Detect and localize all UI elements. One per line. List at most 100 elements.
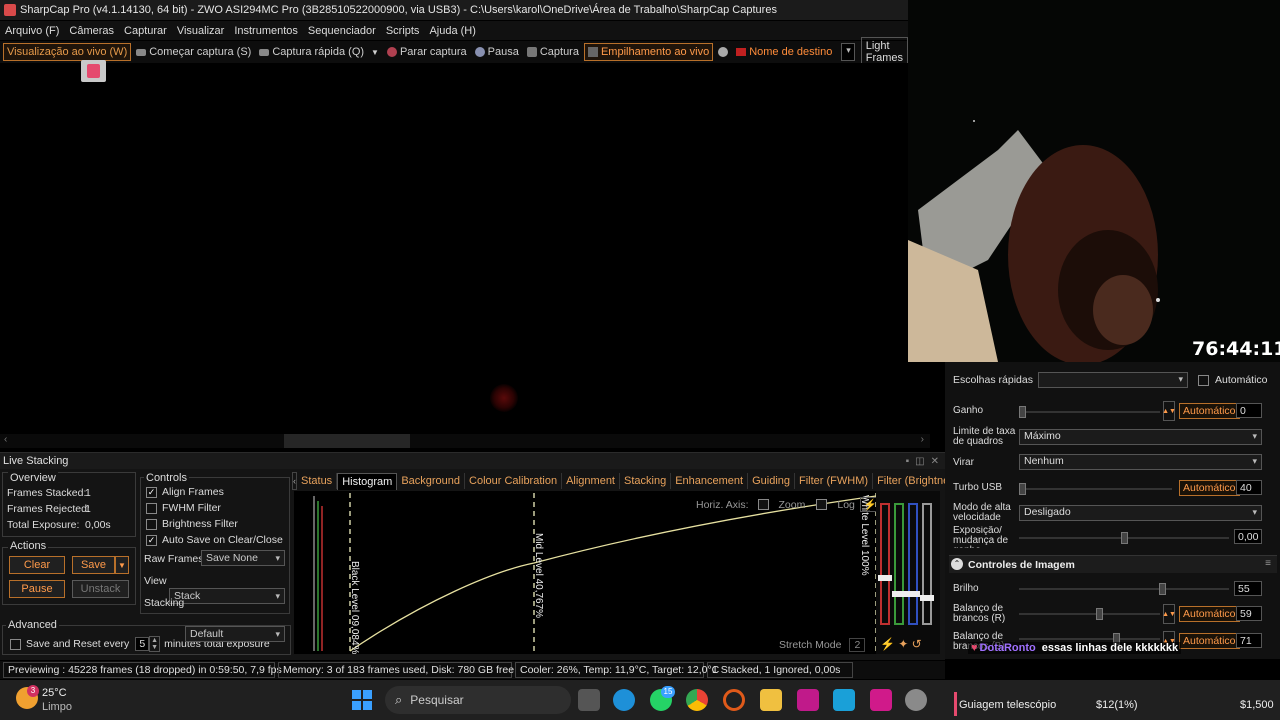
turbo-usb-slider-thumb[interactable] [1019,483,1026,495]
save-reset-minutes-input[interactable]: 5 [135,637,150,651]
image-controls-header[interactable]: ⌃ Controles de Imagem ≡ [949,555,1277,573]
stacking-dropdown[interactable]: Default [185,626,285,642]
gain-slider-thumb[interactable] [1019,406,1026,418]
tab-status[interactable]: Status [297,473,338,489]
align-frames-checkbox[interactable]: ✓ [146,486,157,498]
green-slider-thumb[interactable] [892,591,906,597]
gain-auto-button[interactable]: Automático [1179,403,1240,419]
weather-temp[interactable]: 25°C [42,687,67,699]
exposure-gain-value[interactable]: 0,00 [1234,529,1262,544]
exposure-gain-slider-thumb[interactable] [1121,532,1128,544]
gain-value[interactable]: 0 [1236,403,1262,418]
scroll-right-icon[interactable]: › [921,434,924,445]
auto-save-checkbox[interactable]: ✓ [146,534,157,546]
tab-alignment[interactable]: Alignment [562,473,620,489]
wb-blue-auto-button[interactable]: Automático [1179,633,1240,649]
sharpcap-taskbar-icon[interactable] [905,689,927,711]
wb-red-slider-thumb[interactable] [1096,608,1103,620]
app-icon-magenta[interactable] [870,689,892,711]
tab-colour-calibration[interactable]: Colour Calibration [465,473,563,489]
wb-red-value[interactable]: 59 [1236,606,1262,621]
log-checkbox[interactable] [816,499,828,510]
gain-slider[interactable] [1019,406,1160,418]
pause-stacking-button[interactable]: Pause [9,580,65,598]
pause-button[interactable]: Pausa [472,44,522,60]
menu-icon[interactable]: ≡ [1265,558,1271,569]
save-options-chevron-icon[interactable]: ▼ [115,556,129,574]
target-name-button[interactable]: Nome de destino [733,44,835,60]
target-name-dropdown[interactable] [841,43,855,61]
tab-background[interactable]: Background [397,473,466,489]
tab-guiding[interactable]: Guiding [748,473,796,489]
minutes-spinner[interactable]: ▲ ▼ [149,636,161,652]
save-button[interactable]: Save [72,556,115,574]
tab-filter-fwhm[interactable]: Filter (FWHM) [795,473,874,489]
histogram-plot[interactable]: Black Level 09,084% Mid Level 40,767% Wh… [294,491,878,655]
clear-button[interactable]: Clear [9,556,65,574]
blue-channel-slider[interactable] [908,503,918,625]
wb-blue-value[interactable]: 71 [1236,633,1262,648]
tab-enhancement[interactable]: Enhancement [671,473,749,489]
origin-icon[interactable] [723,689,745,711]
chrome-icon[interactable] [686,689,708,711]
scrollbar-thumb[interactable] [284,434,410,448]
menu-capturar[interactable]: Capturar [119,25,172,37]
unstack-button[interactable]: Unstack [72,580,129,598]
menu-cameras[interactable]: Câmeras [64,25,119,37]
flip-dropdown[interactable]: Nenhum [1019,454,1262,470]
tab-histogram[interactable]: Histogram [337,472,398,490]
start-capture-button[interactable]: Começar captura (S) [133,44,254,60]
active-window-title[interactable]: Guiagem telescópio [959,699,1056,711]
windows-start-icon[interactable] [352,690,372,710]
app-icon-pink[interactable] [797,689,819,711]
tab-stacking[interactable]: Stacking [620,473,672,489]
stop-capture-button[interactable]: Parar captura [384,44,470,60]
wb-red-auto-button[interactable]: Automático [1179,606,1240,622]
menu-sequenciador[interactable]: Sequenciador [303,25,381,37]
stretch-mode-input[interactable]: 2 [849,638,866,652]
weather-condition[interactable]: Limpo [42,701,72,713]
turbo-usb-slider[interactable] [1019,483,1172,495]
view-dropdown[interactable]: Stack [169,588,285,604]
menu-scripts[interactable]: Scripts [381,25,425,37]
menu-instrumentos[interactable]: Instrumentos [229,25,303,37]
wb-blue-slider[interactable] [1019,633,1160,645]
panel-float-icon[interactable]: ◫ [915,456,924,467]
auto-balance-icon[interactable]: ⚡ ✦ ↺ [880,637,922,651]
green-channel-slider[interactable] [894,503,904,625]
menu-visualizar[interactable]: Visualizar [172,25,230,37]
menu-arquivo[interactable]: Arquivo (F) [0,25,64,37]
brightness-slider-thumb[interactable] [1159,583,1166,595]
app-icon-blue[interactable] [833,689,855,711]
panel-minimize-icon[interactable]: ▪ [906,456,910,467]
red-slider-thumb[interactable] [878,575,892,581]
turbo-usb-auto-button[interactable]: Automático [1179,480,1240,496]
snapshot-button[interactable]: Captura [524,44,582,60]
panel-close-icon[interactable]: ✕ [931,456,939,467]
live-stacking-button[interactable]: Empilhamento ao vivo [583,43,714,61]
preview-area[interactable] [0,63,930,448]
record-dot-button[interactable] [715,45,731,59]
quick-picks-auto-checkbox[interactable] [1198,375,1209,386]
taskbar-search-input[interactable]: ⌕ Pesquisar [385,686,571,714]
brightness-filter-checkbox[interactable] [146,518,157,530]
blue-slider-thumb[interactable] [906,591,920,597]
live-view-button[interactable]: Visualização ao vivo (W) [3,43,132,61]
luminance-slider[interactable] [922,503,932,625]
task-view-icon[interactable] [578,689,600,711]
exposure-gain-slider[interactable] [1019,532,1229,544]
scroll-left-icon[interactable]: ‹ [4,434,7,445]
file-explorer-icon[interactable] [760,689,782,711]
raw-frames-dropdown[interactable]: Save None [201,550,285,566]
frame-limit-dropdown[interactable]: Máximo [1019,429,1262,445]
chevron-down-icon[interactable]: ▼ [371,48,379,57]
quick-capture-button[interactable]: Captura rápida (Q) ▼ [256,44,382,60]
preview-horizontal-scrollbar[interactable]: ‹ › [0,434,930,448]
save-reset-checkbox[interactable] [10,638,21,650]
wb-red-slider[interactable] [1019,608,1160,620]
brightness-value[interactable]: 55 [1234,581,1262,596]
red-channel-slider[interactable] [880,503,890,625]
quick-picks-dropdown[interactable] [1038,372,1188,388]
gain-spinner[interactable]: ▲▼ [1162,401,1176,421]
brightness-slider[interactable] [1019,583,1229,595]
